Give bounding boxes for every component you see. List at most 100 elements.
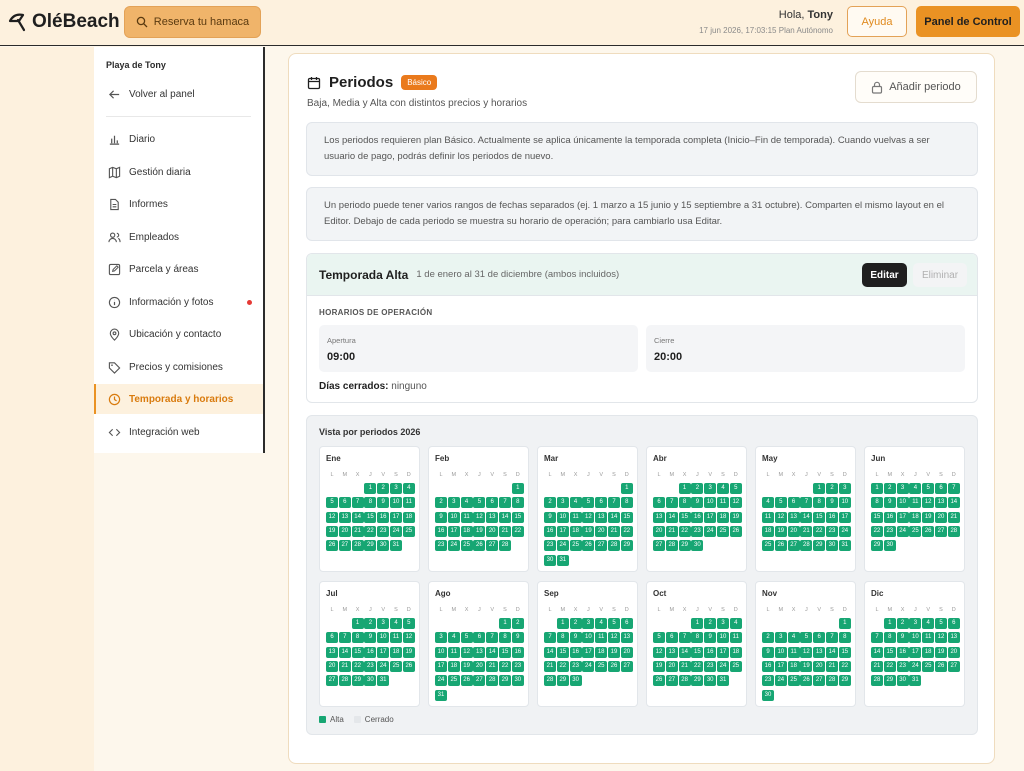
- calendar-day[interactable]: 29: [813, 540, 826, 552]
- calendar-day[interactable]: 26: [402, 660, 415, 672]
- calendar-day[interactable]: 6: [620, 618, 633, 629]
- calendar-day[interactable]: 27: [486, 540, 499, 552]
- calendar-day[interactable]: 30: [691, 540, 704, 552]
- calendar-day[interactable]: 12: [473, 511, 486, 523]
- calendar-day[interactable]: 26: [460, 675, 473, 687]
- calendar-day[interactable]: 27: [595, 540, 608, 552]
- calendar-day[interactable]: 20: [620, 646, 633, 658]
- calendar-day[interactable]: 3: [717, 618, 729, 629]
- calendar-day[interactable]: 7: [608, 497, 620, 509]
- calendar-day[interactable]: 8: [813, 497, 826, 509]
- calendar-day[interactable]: 23: [569, 660, 582, 672]
- calendar-day[interactable]: 9: [544, 511, 556, 523]
- calendar-day[interactable]: 3: [556, 497, 569, 509]
- calendar-day[interactable]: 24: [704, 525, 717, 537]
- calendar-day[interactable]: 7: [544, 632, 556, 644]
- calendar-day[interactable]: 25: [460, 540, 473, 552]
- calendar-day[interactable]: 4: [460, 497, 473, 509]
- calendar-day[interactable]: 29: [883, 675, 896, 687]
- calendar-day[interactable]: 7: [800, 497, 813, 509]
- calendar-day[interactable]: 16: [364, 646, 377, 658]
- calendar-day[interactable]: 21: [947, 511, 960, 523]
- calendar-day[interactable]: 21: [800, 525, 813, 537]
- calendar-day[interactable]: 9: [704, 632, 717, 644]
- help-button[interactable]: Ayuda: [847, 6, 907, 37]
- calendar-day[interactable]: 21: [338, 660, 351, 672]
- calendar-day[interactable]: 8: [499, 632, 511, 644]
- calendar-day[interactable]: 17: [556, 525, 569, 537]
- calendar-day[interactable]: 19: [402, 646, 415, 658]
- calendar-day[interactable]: 2: [364, 618, 377, 629]
- calendar-day[interactable]: 1: [813, 483, 826, 494]
- calendar-day[interactable]: 15: [678, 511, 691, 523]
- calendar-day[interactable]: 21: [544, 660, 556, 672]
- calendar-day[interactable]: 22: [813, 525, 826, 537]
- calendar-day[interactable]: 1: [511, 483, 524, 494]
- calendar-day[interactable]: 8: [351, 632, 364, 644]
- calendar-day[interactable]: 22: [511, 525, 524, 537]
- calendar-day[interactable]: 30: [377, 540, 390, 552]
- calendar-day[interactable]: 18: [717, 511, 729, 523]
- calendar-day[interactable]: 21: [826, 660, 838, 672]
- calendar-day[interactable]: 3: [435, 632, 447, 644]
- calendar-day[interactable]: 24: [377, 660, 390, 672]
- calendar-day[interactable]: 3: [704, 483, 717, 494]
- calendar-day[interactable]: 18: [595, 646, 608, 658]
- calendar-day[interactable]: 16: [569, 646, 582, 658]
- calendar-day[interactable]: 29: [678, 540, 691, 552]
- calendar-day[interactable]: 27: [326, 675, 338, 687]
- calendar-day[interactable]: 10: [377, 632, 390, 644]
- calendar-day[interactable]: 18: [909, 511, 922, 523]
- add-period-button[interactable]: Añadir periodo: [855, 71, 977, 103]
- calendar-day[interactable]: 22: [556, 660, 569, 672]
- calendar-day[interactable]: 22: [499, 660, 511, 672]
- calendar-day[interactable]: 3: [390, 483, 402, 494]
- calendar-day[interactable]: 25: [390, 660, 402, 672]
- calendar-day[interactable]: 17: [582, 646, 595, 658]
- calendar-day[interactable]: 29: [364, 540, 377, 552]
- calendar-day[interactable]: 23: [704, 660, 717, 672]
- calendar-day[interactable]: 27: [653, 540, 665, 552]
- calendar-day[interactable]: 26: [922, 525, 935, 537]
- calendar-day[interactable]: 22: [691, 660, 704, 672]
- calendar-day[interactable]: 30: [896, 675, 909, 687]
- calendar-day[interactable]: 1: [364, 483, 377, 494]
- calendar-day[interactable]: 14: [544, 646, 556, 658]
- calendar-day[interactable]: 10: [390, 497, 402, 509]
- calendar-day[interactable]: 12: [800, 646, 813, 658]
- calendar-day[interactable]: 8: [691, 632, 704, 644]
- calendar-day[interactable]: 17: [447, 525, 460, 537]
- calendar-day[interactable]: 19: [582, 525, 595, 537]
- calendar-day[interactable]: 13: [486, 511, 499, 523]
- calendar-day[interactable]: 4: [762, 497, 774, 509]
- calendar-day[interactable]: 10: [838, 497, 851, 509]
- calendar-day[interactable]: 3: [896, 483, 909, 494]
- calendar-day[interactable]: 4: [402, 483, 415, 494]
- calendar-day[interactable]: 15: [838, 646, 851, 658]
- calendar-day[interactable]: 16: [511, 646, 524, 658]
- calendar-day[interactable]: 9: [883, 497, 896, 509]
- calendar-day[interactable]: 13: [473, 646, 486, 658]
- calendar-day[interactable]: 2: [435, 497, 447, 509]
- calendar-day[interactable]: 6: [595, 497, 608, 509]
- calendar-day[interactable]: 19: [653, 660, 665, 672]
- calendar-day[interactable]: 20: [787, 525, 800, 537]
- calendar-day[interactable]: 21: [486, 660, 499, 672]
- calendar-day[interactable]: 4: [595, 618, 608, 629]
- reserve-button[interactable]: Reserva tu hamaca: [124, 6, 261, 38]
- calendar-day[interactable]: 7: [338, 632, 351, 644]
- calendar-day[interactable]: 30: [704, 675, 717, 687]
- calendar-day[interactable]: 19: [473, 525, 486, 537]
- calendar-day[interactable]: 7: [486, 632, 499, 644]
- calendar-day[interactable]: 25: [717, 525, 729, 537]
- calendar-day[interactable]: 10: [774, 646, 787, 658]
- calendar-day[interactable]: 14: [678, 646, 691, 658]
- calendar-day[interactable]: 16: [704, 646, 717, 658]
- sidebar-item-ubicacion[interactable]: Ubicación y contacto: [94, 319, 263, 349]
- calendar-day[interactable]: 31: [435, 689, 447, 701]
- calendar-day[interactable]: 7: [871, 632, 883, 644]
- calendar-day[interactable]: 6: [326, 632, 338, 644]
- calendar-day[interactable]: 11: [787, 646, 800, 658]
- calendar-day[interactable]: 21: [665, 525, 678, 537]
- calendar-day[interactable]: 5: [935, 618, 947, 629]
